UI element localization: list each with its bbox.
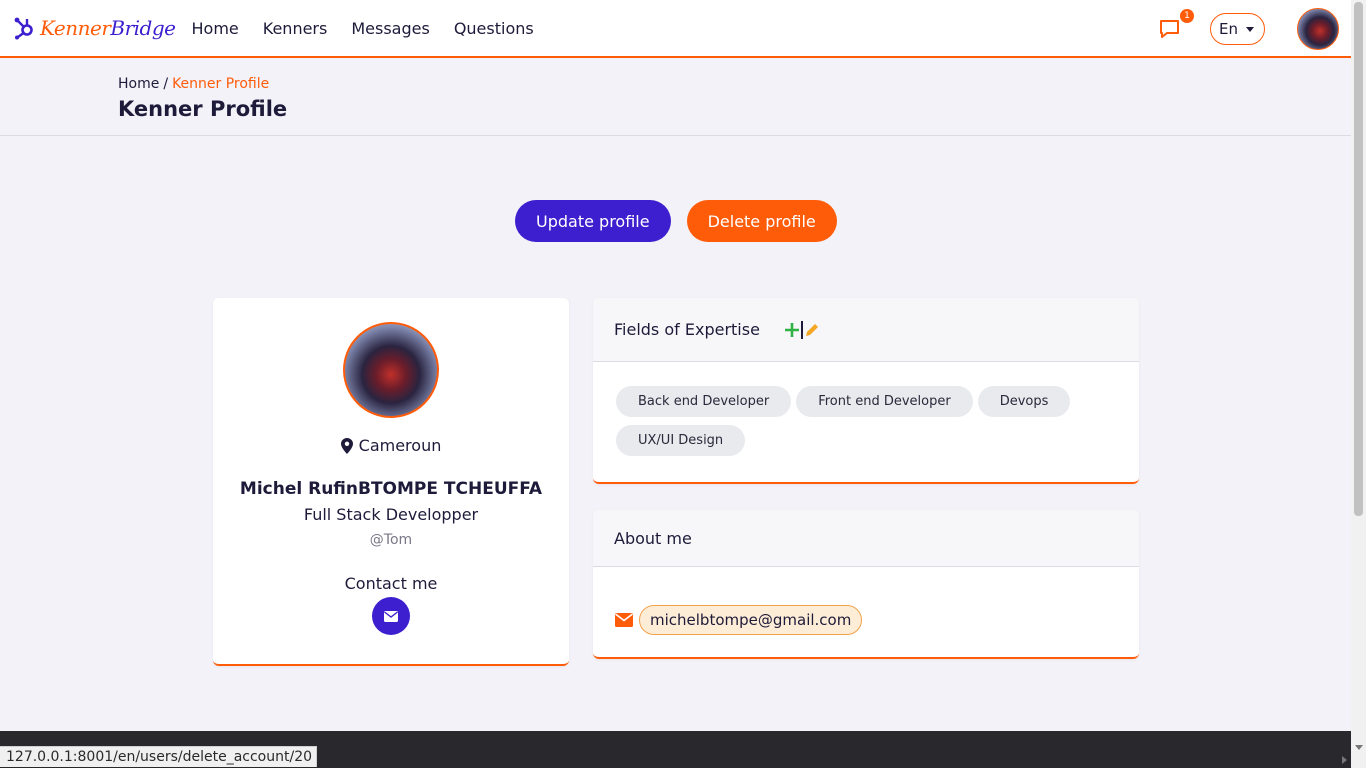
status-bar-url: 127.0.0.1:8001/en/users/delete_account/2… [0, 746, 318, 767]
expertise-tag: UX/UI Design [616, 425, 746, 456]
nav-kenners[interactable]: Kenners [263, 19, 328, 38]
expertise-header: Fields of Expertise [593, 298, 1139, 362]
logo-text: KennerBridge [40, 16, 176, 40]
message-icon[interactable]: 1 [1158, 9, 1195, 41]
profile-name: Michel RufinBTOMPE TCHEUFFA [239, 479, 543, 499]
contact-email-button[interactable] [372, 597, 410, 635]
contact-label: Contact me [344, 574, 438, 593]
main-nav: Home Kenners Messages Questions [192, 19, 558, 38]
scroll-down-arrow-icon[interactable] [1355, 745, 1363, 750]
expertise-tag: Front end Developer [796, 386, 973, 417]
pencil-icon[interactable] [804, 322, 820, 338]
expertise-tools [784, 320, 820, 339]
language-label: En [1219, 20, 1238, 38]
breadcrumb: Home / Kenner Profile [118, 76, 269, 92]
update-profile-button[interactable]: Update profile [515, 200, 671, 242]
profile-location: Cameroun [213, 436, 569, 455]
about-header: About me [593, 510, 1139, 567]
profile-avatar [343, 322, 439, 418]
logo-hub-icon [12, 16, 36, 40]
breadcrumb-separator: / [163, 76, 169, 92]
expertise-tag: Devops [977, 386, 1071, 417]
page-title: Kenner Profile [118, 97, 288, 121]
user-avatar[interactable] [1297, 8, 1339, 50]
envelope-icon [384, 610, 398, 622]
delete-profile-button[interactable]: Delete profile [686, 200, 837, 242]
profile-actions: Update profile Delete profile [515, 200, 837, 242]
location-text: Cameroun [358, 436, 442, 455]
breadcrumb-home[interactable]: Home [118, 76, 159, 92]
about-card: About me michelbtompe@gmail.com [593, 510, 1139, 659]
email-row: michelbtompe@gmail.com [593, 567, 1139, 635]
expertise-card: Fields of Expertise Back end Developer F… [593, 298, 1139, 484]
expertise-heading: Fields of Expertise [614, 320, 760, 339]
top-navbar: KennerBridge Home Kenners Messages Quest… [0, 0, 1351, 58]
header-actions: 1 En [1158, 0, 1339, 58]
expertise-tags: Back end Developer Front end Developer D… [593, 362, 1139, 464]
map-marker-icon [340, 437, 353, 454]
breadcrumb-current: Kenner Profile [172, 76, 270, 92]
plus-icon[interactable] [784, 322, 800, 338]
nav-messages[interactable]: Messages [351, 19, 429, 38]
vertical-scrollbar[interactable] [1351, 0, 1366, 768]
message-count-badge: 1 [1180, 9, 1195, 23]
brand-logo[interactable]: KennerBridge [12, 16, 176, 40]
expertise-tag: Back end Developer [616, 386, 792, 417]
profile-job-title: Full Stack Developper [303, 505, 479, 524]
about-heading: About me [614, 528, 692, 548]
email-address[interactable]: michelbtompe@gmail.com [639, 605, 863, 635]
nav-questions[interactable]: Questions [454, 19, 534, 38]
profile-card: Cameroun Michel RufinBTOMPE TCHEUFFA Ful… [213, 298, 569, 666]
scrollbar-thumb[interactable] [1354, 2, 1363, 516]
caret-down-icon [1246, 26, 1254, 32]
profile-handle: @Tom [369, 532, 413, 548]
envelope-icon [615, 613, 633, 627]
nav-home[interactable]: Home [192, 19, 239, 38]
language-dropdown[interactable]: En [1210, 13, 1265, 45]
page-header: Home / Kenner Profile Kenner Profile [0, 60, 1351, 136]
scroll-right-arrow-icon[interactable] [1342, 756, 1347, 764]
